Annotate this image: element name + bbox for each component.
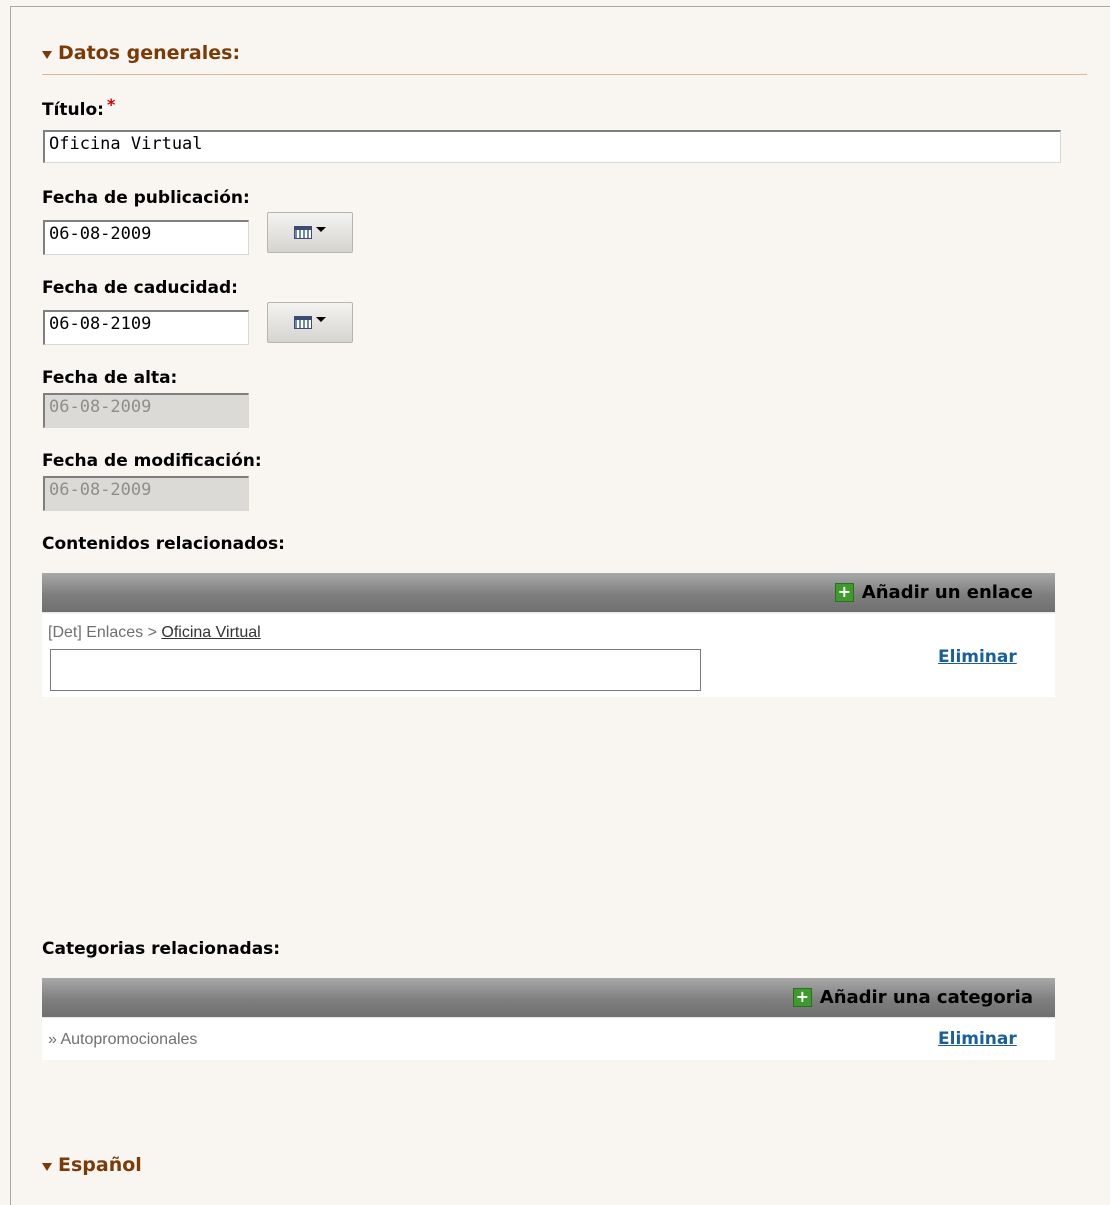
chevron-down-icon bbox=[316, 227, 326, 232]
related-content-path: [Det] Enlaces > Oficina Virtual bbox=[48, 624, 261, 641]
related-category-row: » Autopromocionales Eliminar bbox=[42, 1019, 1055, 1060]
expiry-calendar-button[interactable] bbox=[267, 302, 353, 343]
related-content-input[interactable] bbox=[50, 649, 701, 691]
related-category-text: » Autopromocionales bbox=[48, 1031, 198, 1048]
delete-link-button[interactable]: Eliminar bbox=[938, 647, 1017, 667]
expiry-date-input[interactable]: 06-08-2109 bbox=[43, 310, 249, 345]
related-contents-header: + Añadir un enlace bbox=[42, 573, 1055, 613]
add-link-button[interactable]: + Añadir un enlace bbox=[834, 582, 1033, 603]
section-espanol[interactable]: Español bbox=[42, 1154, 142, 1176]
related-content-link[interactable]: Oficina Virtual bbox=[161, 624, 260, 641]
calendar-icon bbox=[294, 316, 312, 329]
section-divider bbox=[42, 74, 1087, 75]
calendar-icon bbox=[294, 226, 312, 239]
section-datos-generales[interactable]: Datos generales: bbox=[42, 42, 240, 64]
delete-category-button[interactable]: Eliminar bbox=[938, 1029, 1017, 1049]
triangle-down-icon bbox=[42, 50, 52, 59]
add-category-button[interactable]: + Añadir una categoria bbox=[792, 987, 1033, 1008]
plus-icon: + bbox=[834, 583, 854, 602]
title-input[interactable]: Oficina Virtual bbox=[43, 130, 1061, 163]
related-contents-label: Contenidos relacionados: bbox=[42, 534, 285, 554]
related-categories-label: Categorias relacionadas: bbox=[42, 939, 281, 959]
created-date-label: Fecha de alta: bbox=[42, 368, 178, 388]
created-date-input: 06-08-2009 bbox=[43, 393, 249, 428]
title-label: Título: * bbox=[42, 95, 116, 120]
required-asterisk: * bbox=[106, 95, 116, 114]
modified-date-label: Fecha de modificación: bbox=[42, 451, 262, 471]
section-title: Español bbox=[58, 1154, 142, 1176]
modified-date-input: 06-08-2009 bbox=[43, 476, 249, 511]
chevron-down-icon bbox=[316, 317, 326, 322]
expiry-date-label: Fecha de caducidad: bbox=[42, 278, 238, 298]
section-title: Datos generales: bbox=[58, 42, 241, 64]
publication-date-input[interactable]: 06-08-2009 bbox=[43, 220, 249, 255]
publication-calendar-button[interactable] bbox=[267, 212, 353, 253]
publication-date-label: Fecha de publicación: bbox=[42, 188, 250, 208]
plus-icon: + bbox=[792, 988, 812, 1007]
related-categories-header: + Añadir una categoria bbox=[42, 978, 1055, 1018]
triangle-down-icon bbox=[42, 1162, 52, 1171]
related-content-row: [Det] Enlaces > Oficina Virtual Eliminar bbox=[42, 614, 1055, 697]
